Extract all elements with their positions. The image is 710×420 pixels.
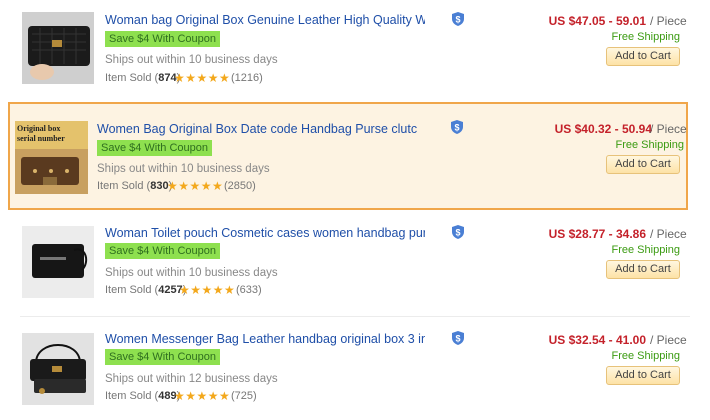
items-sold-label: Item Sold (105, 390, 152, 402)
product-row: Woman bag Original Box Genuine Leather H… (0, 0, 690, 98)
coupon-badge[interactable]: Save $4 With Coupon (105, 31, 221, 47)
svg-text:$: $ (455, 334, 460, 344)
product-row: Women Messenger Bag Leather handbag orig… (0, 320, 690, 420)
shield-check-icon[interactable]: $ (451, 120, 463, 134)
price-range: US $32.54 - 41.00 (548, 333, 646, 347)
product-image[interactable]: Original box serial number (15, 121, 88, 194)
coupon-badge[interactable]: Save $4 With Coupon (105, 243, 221, 259)
coupon-badge[interactable]: Save $4 With Coupon (105, 349, 221, 365)
items-sold-label: Item Sold (105, 284, 152, 296)
review-count[interactable]: (725) (231, 390, 257, 402)
items-sold: Item Sold (874) (105, 72, 181, 84)
shield-check-icon[interactable]: $ (452, 12, 464, 26)
thumb-overlay-text: Original box (17, 124, 60, 133)
shipping-time: Ships out within 10 business days (105, 267, 278, 279)
add-to-cart-button[interactable]: Add to Cart (606, 47, 680, 66)
price-unit: / Piece (650, 122, 687, 136)
product-title[interactable]: Women Bag Original Box Date code Handbag… (97, 122, 417, 136)
shipping-time: Ships out within 10 business days (97, 163, 270, 175)
add-to-cart-button[interactable]: Add to Cart (606, 366, 680, 385)
price-range: US $28.77 - 34.86 (548, 227, 646, 241)
product-title[interactable]: Woman bag Original Box Genuine Leather H… (105, 13, 425, 27)
free-shipping: Free Shipping (615, 139, 685, 151)
product-image[interactable] (22, 12, 94, 84)
shield-check-icon[interactable]: $ (452, 225, 464, 239)
review-count[interactable]: (633) (236, 284, 262, 296)
items-sold-label: Item Sold (105, 72, 152, 84)
svg-text:$: $ (454, 123, 459, 133)
free-shipping: Free Shipping (611, 244, 681, 256)
review-count[interactable]: (2850) (224, 180, 256, 192)
items-sold: Item Sold (489) (105, 390, 181, 402)
row-divider (20, 316, 690, 317)
product-row: Woman Toilet pouch Cosmetic cases women … (0, 214, 690, 314)
product-title[interactable]: Woman Toilet pouch Cosmetic cases women … (105, 226, 425, 240)
free-shipping: Free Shipping (611, 350, 681, 362)
add-to-cart-button[interactable]: Add to Cart (606, 260, 680, 279)
add-to-cart-button[interactable]: Add to Cart (606, 155, 680, 174)
review-count[interactable]: (1216) (231, 72, 263, 84)
shipping-time: Ships out within 12 business days (105, 373, 278, 385)
rating-stars: ★★★★★ (174, 71, 231, 85)
rating-stars: ★★★★★ (167, 179, 224, 193)
price-unit: / Piece (650, 14, 687, 28)
shield-check-icon[interactable]: $ (452, 331, 464, 345)
product-image[interactable] (22, 333, 94, 405)
product-image[interactable] (22, 226, 94, 298)
price-range: US $47.05 - 59.01 (548, 14, 646, 28)
items-sold-label: Item Sold (97, 180, 144, 192)
price-unit: / Piece (650, 333, 687, 347)
items-sold: Item Sold (830) (97, 180, 173, 192)
thumb-overlay-text: serial number (17, 134, 65, 143)
product-row-highlighted: Original box serial number Women Bag Ori… (8, 102, 688, 210)
svg-text:$: $ (455, 15, 460, 25)
rating-stars: ★★★★★ (174, 389, 231, 403)
product-title[interactable]: Women Messenger Bag Leather handbag orig… (105, 332, 425, 346)
svg-text:$: $ (455, 228, 460, 238)
price-range: US $40.32 - 50.94 (554, 122, 652, 136)
price-unit: / Piece (650, 227, 687, 241)
rating-stars: ★★★★★ (179, 283, 236, 297)
items-sold-count: 830 (150, 180, 169, 192)
coupon-badge[interactable]: Save $4 With Coupon (97, 140, 213, 156)
items-sold: Item Sold (4257) (105, 284, 187, 296)
free-shipping: Free Shipping (611, 31, 681, 43)
shipping-time: Ships out within 10 business days (105, 54, 278, 66)
